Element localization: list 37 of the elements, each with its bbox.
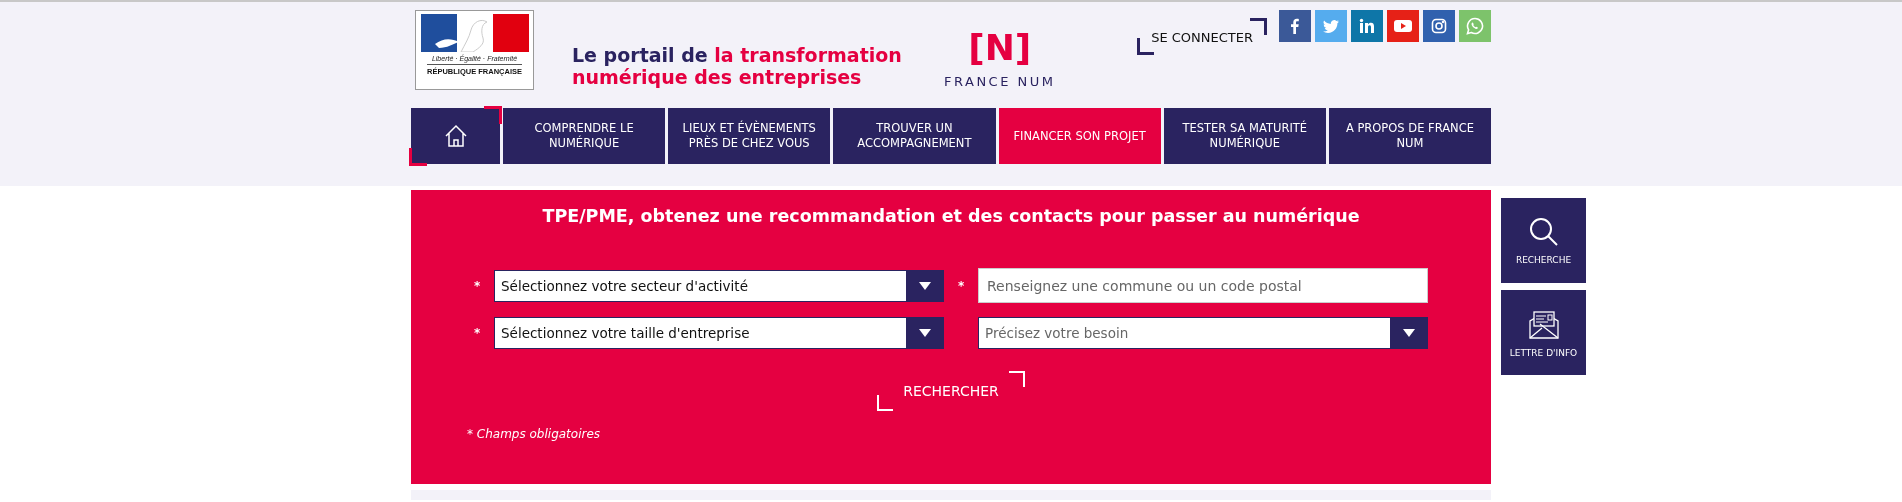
- select-field[interactable]: Sélectionnez votre taille d'entreprise: [494, 317, 944, 349]
- social-button[interactable]: [1351, 10, 1383, 42]
- nav-tab[interactable]: LIEUX ET ÉVÈNEMENTS PRÈS DE CHEZ VOUS: [668, 108, 831, 164]
- required-mark: *: [474, 278, 482, 293]
- social-button[interactable]: [1387, 10, 1419, 42]
- login-link[interactable]: SE CONNECTER: [1137, 18, 1267, 55]
- brand-mark: [N]: [968, 28, 1032, 68]
- banner-title: TPE/PME, obtenez une recommandation et des contacts pour passer au numérique: [542, 206, 1360, 226]
- side-button[interactable]: LETTRE D'INFO: [1501, 290, 1586, 375]
- home-icon: [443, 124, 468, 148]
- search-button[interactable]: RECHERCHER: [877, 371, 1025, 411]
- caret-icon: [918, 329, 931, 337]
- caret-icon: [918, 281, 931, 290]
- social-button[interactable]: [1279, 10, 1311, 42]
- required-mark: *: [474, 326, 482, 340]
- required-note: * Champs obligatoires: [467, 427, 601, 441]
- nav-tab[interactable]: COMPRENDRE LE NUMÉRIQUE: [503, 108, 666, 164]
- search-icon: [1528, 216, 1559, 247]
- play-icon: [1393, 18, 1413, 34]
- chat-bubble-icon: [1466, 17, 1484, 35]
- nav-tab[interactable]: TESTER SA MATURITÉ NUMÉRIQUE: [1163, 108, 1326, 164]
- side-button[interactable]: RECHERCHE: [1501, 198, 1586, 283]
- instagram-icon: [1431, 18, 1447, 34]
- home-tab[interactable]: [411, 108, 500, 164]
- required-mark: *: [958, 278, 966, 293]
- nav-tab[interactable]: FINANCER SON PROJET: [998, 108, 1161, 164]
- nav-tab[interactable]: A PROPOS DE FRANCE NUM: [1328, 108, 1492, 164]
- location-field[interactable]: Renseignez une commune ou un code postal: [978, 268, 1428, 303]
- social-button[interactable]: [1423, 10, 1455, 42]
- tagline: Le portail de la transformation numérique des entreprises: [572, 44, 902, 88]
- brand-name: FRANCE NUM: [944, 74, 1056, 89]
- caret-icon: [1402, 329, 1415, 337]
- nav-tab[interactable]: TROUVER UN ACCOMPAGNEMENT: [833, 108, 996, 164]
- select-field[interactable]: Sélectionnez votre secteur d'activité: [494, 269, 944, 302]
- linkedin-icon: [1359, 18, 1375, 34]
- twitter-icon: [1323, 18, 1339, 34]
- select-field[interactable]: Précisez votre besoin: [978, 317, 1428, 349]
